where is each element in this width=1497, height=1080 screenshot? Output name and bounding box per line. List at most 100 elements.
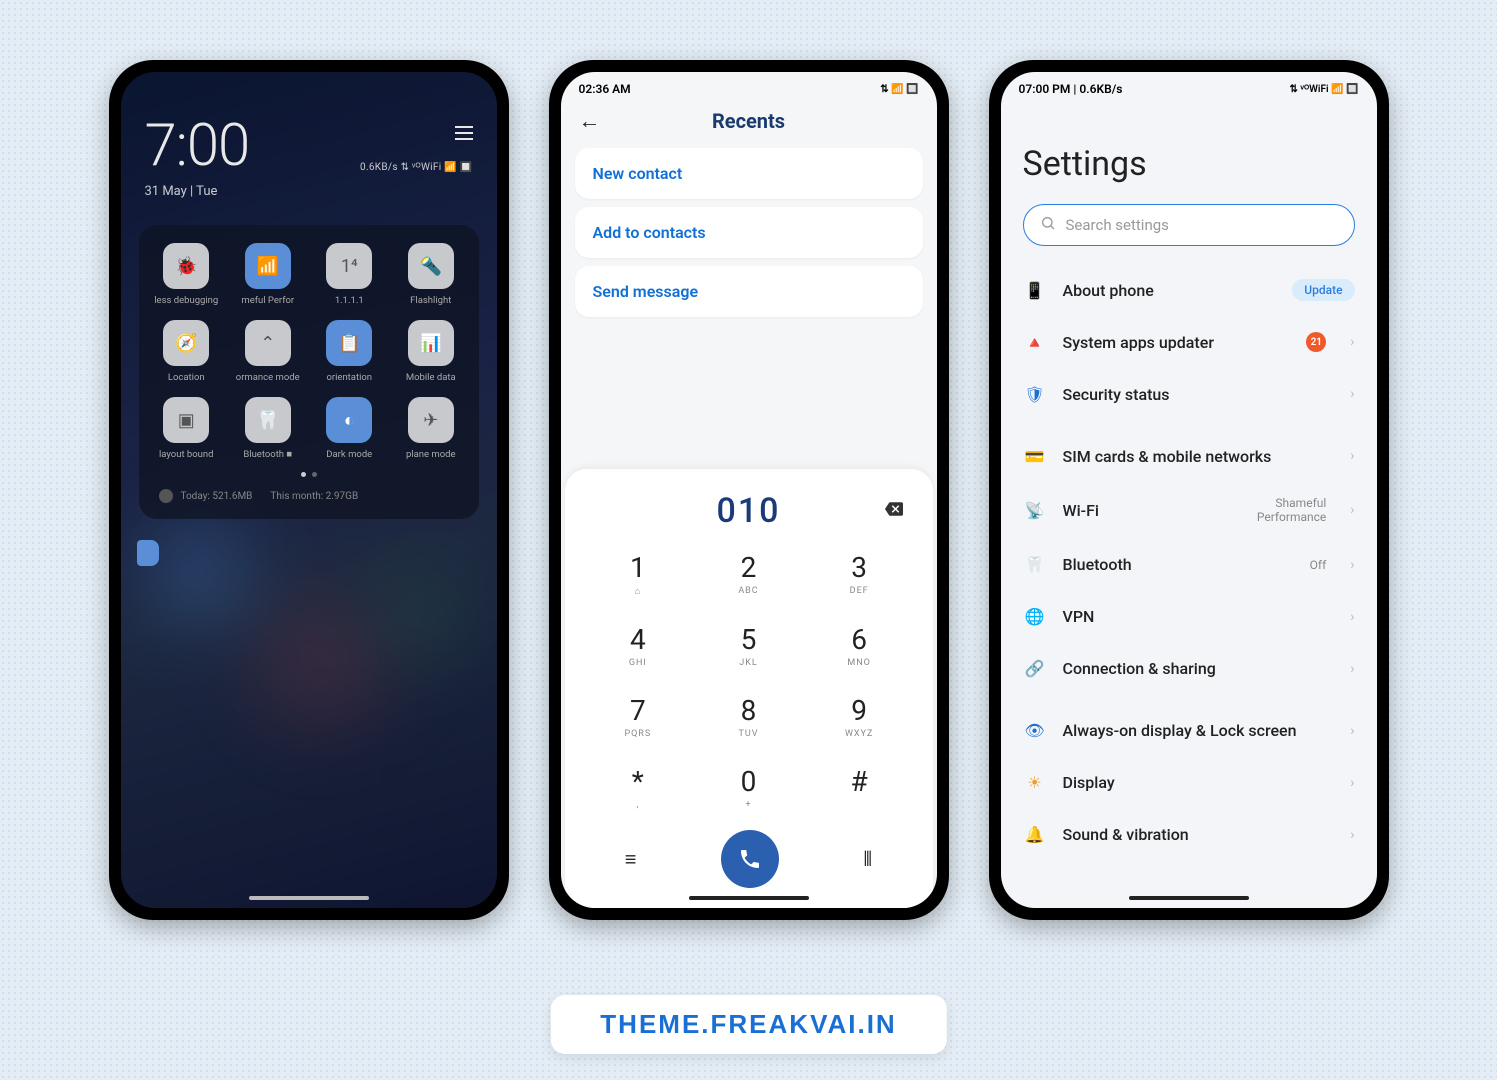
sidebar-chip[interactable]: [137, 540, 159, 566]
qs-tile[interactable]: ◐Dark mode: [312, 397, 388, 460]
settings-row[interactable]: ☀ Display ›: [1001, 757, 1377, 809]
statusbar-time: 07:00 PM | 0.6KB/s: [1019, 82, 1123, 96]
tile-icon: ✈: [408, 397, 454, 443]
settings-row[interactable]: 🔗Connection & sharing›: [1001, 643, 1377, 695]
row-label: SIM cards & mobile networks: [1063, 447, 1327, 466]
update-badge: Update: [1292, 279, 1354, 301]
settings-row[interactable]: 🦷 Bluetooth Off ›: [1001, 539, 1377, 591]
statusbar-icons: ⇅ ᵛᴼWiFi 📶 🔲: [1289, 84, 1358, 95]
tile-icon: 🦷: [245, 397, 291, 443]
chevron-right-icon: ›: [1350, 386, 1354, 402]
dialpad-key[interactable]: *,: [583, 755, 694, 820]
action-card[interactable]: Send message: [575, 266, 923, 317]
tile-label: Mobile data: [406, 372, 456, 383]
tile-icon: ◐: [326, 397, 372, 443]
qs-tile[interactable]: 📊Mobile data: [393, 320, 469, 383]
dialpad: 010 1⌂2ABC3DEF 4GHI5JKL6MNO 7PQRS8TUV9WXYZ…: [565, 469, 933, 908]
row-label: About phone: [1063, 281, 1277, 300]
row-icon: 💳: [1023, 444, 1047, 468]
row-label: Display: [1063, 773, 1327, 792]
data-usage[interactable]: Today: 521.6MB This month: 2.97GB: [149, 483, 469, 509]
dialpad-key[interactable]: 4GHI: [583, 613, 694, 678]
row-label: Sound & vibration: [1063, 825, 1327, 844]
qs-tile[interactable]: 1⁴1.1.1.1: [312, 243, 388, 306]
qs-tile[interactable]: ⌃ormance mode: [230, 320, 306, 383]
action-card[interactable]: Add to contacts: [575, 207, 923, 258]
row-icon: 📱: [1023, 278, 1047, 302]
qs-tile[interactable]: 🐞less debugging: [149, 243, 225, 306]
tile-label: Location: [168, 372, 205, 383]
page-dots[interactable]: [149, 472, 469, 477]
home-indicator[interactable]: [249, 896, 369, 900]
settings-row[interactable]: 📱 About phone Update: [1001, 264, 1377, 316]
settings-row[interactable]: 💳 SIM cards & mobile networks ›: [1001, 430, 1377, 482]
search-input[interactable]: Search settings: [1023, 204, 1355, 246]
statusbar-time: 02:36 AM: [579, 82, 631, 96]
quick-settings-panel: 🐞less debugging📶meful Perfor1⁴1.1.1.1🔦Fl…: [139, 225, 479, 519]
row-value: Off: [1310, 558, 1327, 572]
backspace-icon[interactable]: [885, 500, 903, 523]
home-indicator[interactable]: [689, 896, 809, 900]
page-title: Settings: [1023, 144, 1355, 184]
qs-tile[interactable]: 🔦Flashlight: [393, 243, 469, 306]
action-card[interactable]: New contact: [575, 148, 923, 199]
tile-label: plane mode: [406, 449, 456, 460]
phone-settings: 07:00 PM | 0.6KB/s ⇅ ᵛᴼWiFi 📶 🔲 Settings…: [989, 60, 1389, 920]
settings-row[interactable]: 👁Always-on display & Lock screen›: [1001, 705, 1377, 757]
qs-tile[interactable]: 📶meful Perfor: [230, 243, 306, 306]
dialpad-key[interactable]: 0+: [693, 755, 804, 820]
sim-switch-button[interactable]: ⦀: [863, 847, 872, 871]
dialed-number: 010: [717, 491, 781, 531]
qs-tile[interactable]: ✈ plane mode: [393, 397, 469, 460]
chevron-right-icon: ›: [1350, 448, 1354, 464]
status-indicators: 0.6KB/s ⇅ ᵛᴼWiFi 📶 🔲: [360, 162, 472, 173]
tile-label: Flashlight: [410, 295, 451, 306]
search-placeholder: Search settings: [1066, 216, 1169, 234]
dialpad-key[interactable]: 3DEF: [804, 541, 915, 607]
row-label: Wi-Fi: [1063, 501, 1241, 520]
settings-row[interactable]: 🔔Sound & vibration›: [1001, 809, 1377, 861]
row-label: System apps updater: [1063, 333, 1291, 352]
tile-icon: 📶: [245, 243, 291, 289]
row-icon: ☀: [1023, 771, 1047, 795]
row-icon: 🔗: [1023, 657, 1047, 681]
search-icon: [1040, 215, 1056, 235]
row-label: Security status: [1063, 385, 1327, 404]
qs-tile[interactable]: 📋orientation: [312, 320, 388, 383]
menu-button[interactable]: ≡: [625, 847, 637, 872]
tile-label: Bluetooth ■: [243, 449, 292, 460]
row-icon: 🔔: [1023, 823, 1047, 847]
qs-tile[interactable]: 🦷 Bluetooth ■: [230, 397, 306, 460]
chevron-right-icon: ›: [1350, 661, 1354, 677]
date: 31 May | Tue: [145, 184, 473, 199]
watermark: THEME.FREAKVAI.IN: [550, 995, 946, 1054]
chevron-right-icon: ›: [1350, 775, 1354, 791]
dialpad-key[interactable]: 2ABC: [693, 541, 804, 607]
chevron-right-icon: ›: [1350, 609, 1354, 625]
chevron-right-icon: ›: [1350, 502, 1354, 518]
home-indicator[interactable]: [1129, 896, 1249, 900]
dialpad-key[interactable]: 1⌂: [583, 541, 694, 607]
row-icon: 🦷: [1023, 553, 1047, 577]
menu-icon[interactable]: [455, 126, 473, 140]
call-button[interactable]: [721, 830, 779, 888]
row-label: Bluetooth: [1063, 555, 1294, 574]
row-icon: 👁: [1023, 719, 1047, 743]
dialpad-key[interactable]: 6MNO: [804, 613, 915, 678]
dialpad-key[interactable]: #: [804, 755, 915, 820]
tile-icon: 🐞: [163, 243, 209, 289]
qs-tile[interactable]: 🧭Location: [149, 320, 225, 383]
dialpad-key[interactable]: 8TUV: [693, 684, 804, 749]
settings-row[interactable]: 🛡Security status›: [1001, 368, 1377, 420]
chevron-right-icon: ›: [1350, 557, 1354, 573]
chevron-right-icon: ›: [1350, 334, 1354, 350]
row-icon: 🔺: [1023, 330, 1047, 354]
settings-row[interactable]: 📡Wi-FiShamefulPerformance›: [1001, 482, 1377, 539]
dialpad-key[interactable]: 5JKL: [693, 613, 804, 678]
settings-row[interactable]: 🌐VPN›: [1001, 591, 1377, 643]
dialpad-key[interactable]: 7PQRS: [583, 684, 694, 749]
qs-tile[interactable]: ▣layout bound: [149, 397, 225, 460]
settings-row[interactable]: 🔺System apps updater21›: [1001, 316, 1377, 368]
tile-icon: 📋: [326, 320, 372, 366]
dialpad-key[interactable]: 9WXYZ: [804, 684, 915, 749]
